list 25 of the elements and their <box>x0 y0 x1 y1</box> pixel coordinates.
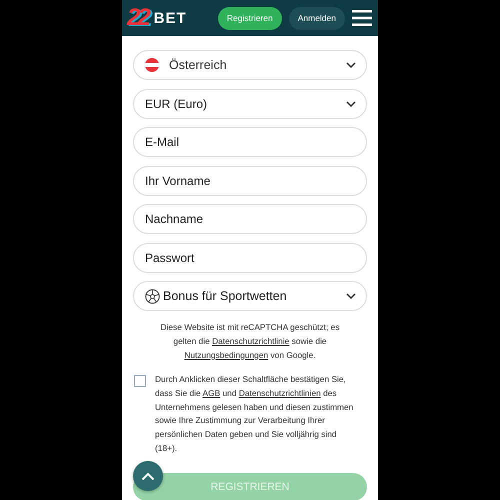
terms-link[interactable]: Nutzungsbedingungen <box>184 350 268 360</box>
consent-text: Durch Anklicken dieser Schaltfläche bestätigen Sie, dass Sie die AGB und Datenschutzrichtlinien des Unternehmens gelesen haben und diesen zustimmen sowie Ihre Zustimmung zur Verarbeitung Ihrer persönlichen Daten geben und Sie volljährig sind (18+). <box>155 373 354 455</box>
flag-icon <box>145 58 159 72</box>
football-icon <box>145 288 160 304</box>
bonus-select[interactable]: Bonus für Sportwetten <box>133 281 367 311</box>
currency-select[interactable]: EUR (Euro) <box>133 88 367 118</box>
login-button[interactable]: Anmelden <box>288 6 345 30</box>
country-select[interactable]: Österreich <box>133 50 367 80</box>
terms-link[interactable]: AGB <box>202 388 220 398</box>
consent-checkbox[interactable] <box>134 375 146 387</box>
input-field[interactable]: E-Mail <box>133 127 367 157</box>
menu-icon[interactable] <box>352 10 372 26</box>
input-field[interactable]: Nachname <box>133 204 367 234</box>
chevron-down-icon <box>346 62 356 68</box>
scroll-top-button[interactable] <box>133 461 163 492</box>
chevron-down-icon <box>346 100 356 106</box>
input-field[interactable]: Ihr Vorname <box>133 166 367 196</box>
terms-link[interactable]: Datenschutzrichtlinie <box>212 336 290 346</box>
chevron-up-icon <box>141 472 155 481</box>
terms-link[interactable]: Datenschutzrichtlinien <box>238 388 321 398</box>
logo-text: BET <box>154 10 187 26</box>
logo-number: 22 <box>127 6 148 30</box>
input-field[interactable]: Passwort <box>133 242 367 272</box>
chevron-down-icon <box>346 293 356 299</box>
recaptcha-notice: Diese Website ist mit reCAPTCHA geschützt; es gelten die Datenschutzrichtlinie sowie die Nutzungsbedingungen von Google. <box>159 320 341 362</box>
